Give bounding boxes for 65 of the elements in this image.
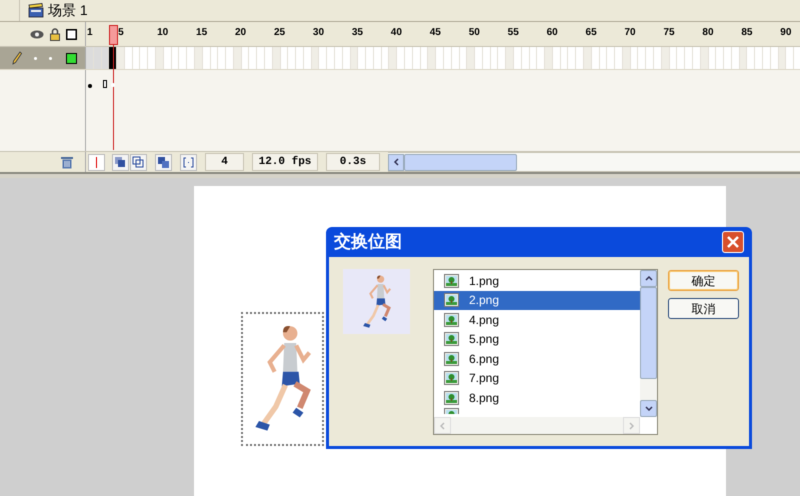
- bitmap-list-item[interactable]: 5.png: [434, 330, 640, 349]
- scrollbar-thumb[interactable]: [640, 287, 657, 379]
- frame-number: 65: [586, 28, 597, 38]
- picture-file-icon: [444, 312, 459, 327]
- frame-number: 45: [430, 28, 441, 38]
- frame-number: 30: [312, 28, 324, 38]
- bitmap-list-item[interactable]: 8.png: [434, 388, 640, 408]
- frame-number: 70: [624, 28, 636, 38]
- onion-skin-icon[interactable]: [112, 154, 129, 170]
- close-icon: [727, 236, 739, 248]
- frame-number: 35: [352, 28, 363, 38]
- frame-number: 10: [157, 28, 168, 38]
- lock-icon[interactable]: [50, 28, 60, 40]
- frame-number: 90: [780, 28, 792, 38]
- frame-number: 1: [87, 28, 93, 38]
- frame-number: 75: [663, 28, 675, 38]
- trash-icon[interactable]: [61, 156, 73, 168]
- eye-icon[interactable]: [30, 30, 44, 38]
- bitmap-list-item[interactable]: 4.png: [434, 310, 640, 330]
- frame-number: 80: [702, 28, 714, 38]
- close-button[interactable]: [722, 231, 744, 253]
- frame-number: 25: [274, 28, 286, 38]
- frame-number: 85: [741, 28, 752, 38]
- horizontal-scrollbar[interactable]: [388, 152, 800, 172]
- frame-number: 40: [390, 28, 402, 38]
- frame-end-icon: [103, 80, 107, 88]
- picture-file-icon: [444, 332, 459, 346]
- picture-file-icon: [444, 352, 459, 366]
- onion-markers-icon[interactable]: [180, 154, 197, 170]
- current-frame-field: 4: [205, 153, 244, 171]
- frame-number: 55: [508, 28, 519, 38]
- ok-button[interactable]: 确定: [668, 270, 739, 291]
- pencil-icon: [12, 51, 22, 65]
- dialog-title: 交换位图: [334, 231, 402, 254]
- picture-file-icon: [444, 293, 459, 308]
- vertical-scrollbar[interactable]: [640, 270, 657, 417]
- clapperboard-icon: [28, 3, 44, 18]
- bitmap-list-item[interactable]: 1.png: [434, 271, 640, 290]
- frame-number: 20: [235, 28, 246, 38]
- picture-file-icon: [444, 274, 459, 288]
- frame-number: 15: [196, 28, 208, 38]
- cancel-button[interactable]: 取消: [668, 298, 739, 319]
- picture-file-icon: [444, 371, 459, 386]
- scroll-down-icon[interactable]: [644, 406, 652, 411]
- bitmap-list[interactable]: 1.png 2.png 4.png 5.png 6.png 7.png 8.png: [433, 269, 658, 435]
- scrollbar-thumb[interactable]: [404, 154, 517, 170]
- layer-row[interactable]: [0, 47, 86, 69]
- frame-rate-field[interactable]: 12.0 fps: [252, 153, 318, 171]
- picture-file-icon: [444, 390, 459, 405]
- frame-number: 50: [468, 28, 480, 38]
- playhead-handle[interactable]: [109, 25, 118, 45]
- edit-multiple-frames-icon[interactable]: [155, 154, 172, 170]
- frame-number: 60: [546, 28, 558, 38]
- frame-number: 5: [118, 28, 124, 38]
- onion-outline-icon[interactable]: [130, 154, 147, 170]
- center-frame-button[interactable]: [88, 154, 105, 170]
- layer-color-swatch[interactable]: [66, 52, 77, 64]
- bitmap-list-item[interactable]: 2.png: [434, 290, 640, 310]
- elapsed-time-field: 0.3s: [326, 153, 380, 171]
- scroll-up-icon[interactable]: [644, 276, 652, 281]
- scene-title[interactable]: 场景 1: [48, 0, 88, 21]
- bitmap-list-item[interactable]: 6.png: [434, 349, 640, 368]
- outline-square-icon[interactable]: [66, 28, 77, 40]
- scroll-left-icon[interactable]: [393, 158, 399, 166]
- bitmap-list-item[interactable]: 7.png: [434, 368, 640, 388]
